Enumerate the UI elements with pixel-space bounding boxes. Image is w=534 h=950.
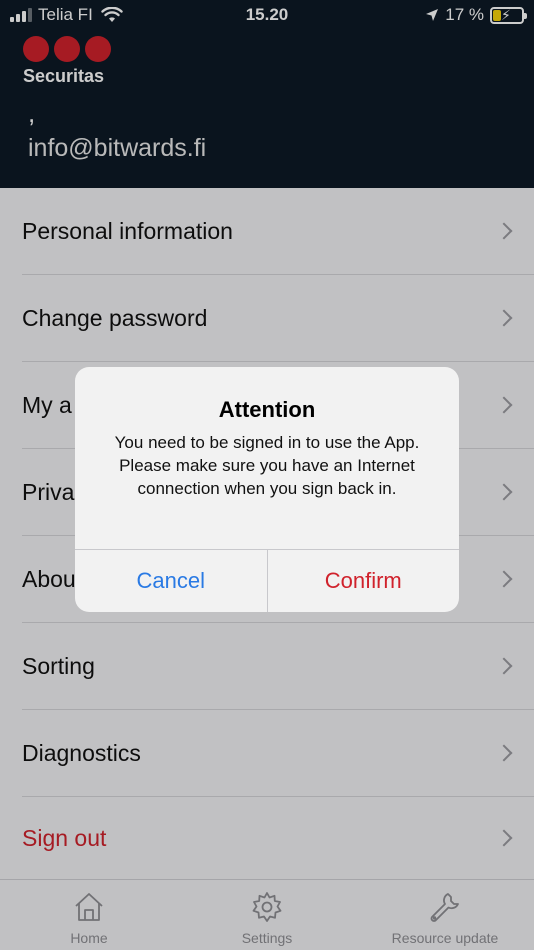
- cancel-button[interactable]: Cancel: [75, 550, 268, 612]
- confirm-button[interactable]: Confirm: [268, 550, 460, 612]
- dialog-actions: Cancel Confirm: [75, 549, 459, 612]
- attention-dialog: Attention You need to be signed in to us…: [75, 367, 459, 612]
- dialog-message: You need to be signed in to use the App.…: [114, 433, 420, 498]
- dialog-title: Attention: [218, 397, 316, 422]
